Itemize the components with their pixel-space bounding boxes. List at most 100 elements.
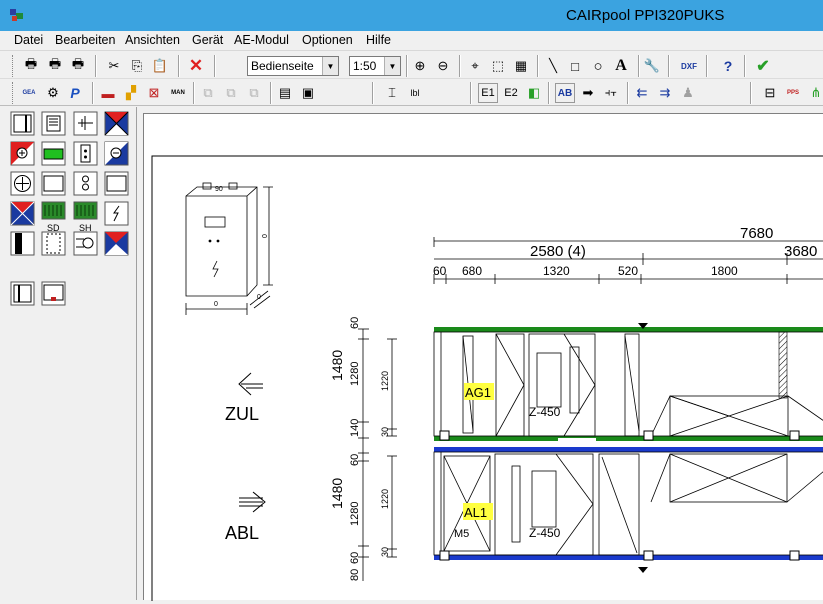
zoom-out-icon[interactable]: ⊖ — [433, 56, 453, 76]
gea-logo-icon[interactable]: GEA — [19, 83, 39, 103]
arrow-right-icon[interactable]: ➡ — [578, 83, 598, 103]
module-icon-disabled[interactable]: ⧉ — [221, 83, 241, 103]
toolbar-separator — [92, 82, 94, 104]
menu-optionen[interactable]: Optionen — [302, 33, 353, 47]
e1-button[interactable]: E1 — [478, 83, 498, 103]
toolbar-grip — [12, 55, 15, 77]
palette-drive-icon[interactable] — [73, 231, 98, 256]
toolbar-separator — [548, 82, 550, 104]
cabinet-dim-depth: 0 — [257, 294, 261, 301]
circle-tool-icon[interactable]: ○ — [588, 56, 608, 76]
palette-recovery-icon[interactable] — [104, 231, 129, 256]
tree-icon[interactable]: ⋔ — [806, 83, 823, 103]
delete-icon[interactable]: ✕ — [186, 56, 206, 76]
menu-datei[interactable]: Datei — [14, 33, 43, 47]
unit-cross-icon[interactable]: ⊠ — [144, 83, 164, 103]
abl-label: ABL — [225, 523, 259, 543]
paste-icon[interactable]: 📋 — [150, 56, 170, 76]
scale-select[interactable]: 1:50 ▼ — [349, 56, 401, 76]
cut-icon[interactable]: ✂ — [104, 56, 124, 76]
palette-icons: SD SH — [10, 111, 129, 306]
mirror-icon[interactable]: ⫞⫟ — [601, 83, 621, 103]
module-icon-disabled[interactable]: ⧉ — [244, 83, 264, 103]
inner-upper-1220: 1220 — [380, 371, 390, 391]
tools-icon[interactable]: 🔧 — [642, 56, 662, 76]
print-preview-icon[interactable]: 🖶 — [45, 56, 65, 76]
select-frame-icon[interactable]: ⬚ — [488, 56, 508, 76]
label-icon[interactable]: lbl — [405, 83, 425, 103]
print-icon[interactable]: 🖶 — [21, 56, 41, 76]
z450-upper: Z-450 — [529, 405, 561, 419]
line-tool-icon[interactable]: ╲ — [543, 56, 563, 76]
pps-icon[interactable]: PPS — [783, 83, 803, 103]
palette-blank-section-icon[interactable] — [104, 171, 129, 196]
man-icon[interactable]: MAN — [168, 83, 188, 103]
help-icon[interactable]: ? — [718, 56, 738, 76]
unit-red-icon[interactable]: ▬ — [98, 83, 118, 103]
calculator-icon[interactable]: ▤ — [275, 83, 295, 103]
chevron-down-icon[interactable]: ▼ — [322, 57, 338, 75]
upper-dim-140: 140 — [349, 419, 361, 437]
menu-geraet[interactable]: Gerät — [192, 33, 223, 47]
palette-silencer-sd-icon[interactable]: SD — [41, 201, 66, 233]
title-bar: CAIRpool PPI320PUKS — [0, 0, 823, 31]
z450-lower: Z-450 — [529, 526, 561, 540]
palette-base-frame-icon[interactable] — [41, 281, 66, 306]
palette-cooler-icon[interactable] — [104, 141, 129, 166]
document-icon[interactable]: ▣ — [298, 83, 318, 103]
calculation-icon[interactable]: ⚙ — [43, 83, 63, 103]
unit-yellow-icon[interactable]: ▞ — [121, 83, 141, 103]
rectangle-tool-icon[interactable]: □ — [565, 56, 585, 76]
menu-ansichten[interactable]: Ansichten — [125, 33, 180, 47]
supply-air-arrow-icon — [238, 372, 263, 396]
palette-door-icon[interactable] — [41, 231, 66, 256]
module-icon-disabled[interactable]: ⧉ — [198, 83, 218, 103]
palette-filter-icon[interactable] — [41, 111, 66, 136]
palette-humidifier-icon[interactable] — [73, 171, 98, 196]
p-icon[interactable]: P — [65, 83, 85, 103]
zoom-in-icon[interactable]: ⊕ — [410, 56, 430, 76]
palette-damper-icon[interactable] — [10, 111, 35, 136]
palette-end-wall-icon[interactable] — [10, 281, 35, 306]
unit-drawing: 90 0 0 0 7680 2580 (4) 3680 60 680 1320 … — [151, 155, 823, 601]
palette-fan-icon[interactable] — [10, 171, 35, 196]
drawing-canvas[interactable]: 90 0 0 0 7680 2580 (4) 3680 60 680 1320 … — [143, 113, 823, 601]
move-right-icon[interactable]: ⇉ — [655, 83, 675, 103]
dim-section2: 3680 — [784, 243, 817, 260]
view-select[interactable]: Bedienseite ▼ — [247, 56, 339, 76]
menu-bearbeiten[interactable]: Bearbeiten — [55, 33, 115, 47]
grid-icon[interactable]: ▦ — [511, 56, 531, 76]
checkmark-icon[interactable]: ✔ — [753, 56, 773, 76]
palette-battery-icon[interactable] — [41, 141, 66, 166]
palette-sensor-icon[interactable] — [73, 141, 98, 166]
ahu-upper-level[interactable]: AG1 Z-450 — [433, 323, 823, 441]
palette-silencer-sh-icon[interactable]: SH — [73, 201, 98, 233]
inner-upper-30: 30 — [380, 427, 390, 437]
palette-wall-icon[interactable] — [10, 231, 35, 256]
ahu-lower-level[interactable]: AL1 Z-450 M5 — [433, 447, 823, 573]
palette-heat-exchanger-icon[interactable] — [104, 111, 129, 136]
toolbar-separator — [668, 55, 670, 77]
dxf-export-icon[interactable]: DXF — [679, 56, 699, 76]
copy-icon[interactable]: ⎘ — [127, 56, 147, 76]
text-tool-icon[interactable]: A — [611, 56, 631, 76]
person-icon[interactable]: ♟ — [678, 83, 698, 103]
chevron-down-icon[interactable]: ▼ — [384, 57, 400, 75]
toolbar-separator — [537, 55, 539, 77]
crosshair-icon[interactable]: ⌖ — [465, 56, 485, 76]
palette-electric-icon[interactable] — [104, 201, 129, 226]
palette-mixing-icon[interactable] — [73, 111, 98, 136]
move-left-icon[interactable]: ⇇ — [632, 83, 652, 103]
palette-empty-section-icon[interactable] — [41, 171, 66, 196]
palette-rotor-icon[interactable] — [10, 201, 35, 226]
e2-button[interactable]: E2 — [501, 83, 521, 103]
panel-icon[interactable]: ⊟ — [760, 83, 780, 103]
menu-hilfe[interactable]: Hilfe — [366, 33, 391, 47]
ab-button[interactable]: AB — [555, 83, 575, 103]
flow-icon[interactable]: ◧ — [524, 83, 544, 103]
toolbar-separator — [470, 82, 472, 104]
dimension-icon[interactable]: ⌶ — [382, 83, 402, 103]
palette-heater-icon[interactable] — [10, 141, 35, 166]
menu-ae-modul[interactable]: AE-Modul — [234, 33, 289, 47]
print-setup-icon[interactable]: 🖶 — [68, 56, 88, 76]
